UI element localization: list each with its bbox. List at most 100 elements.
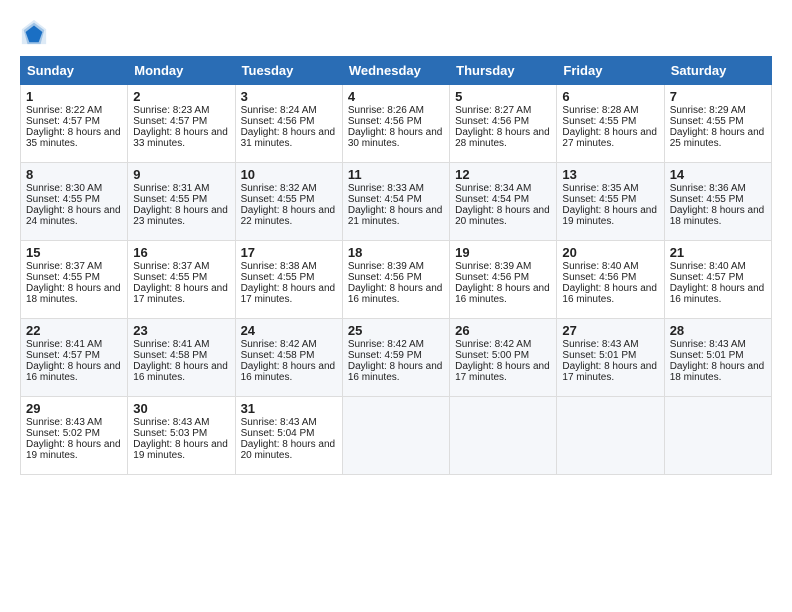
daylight: Daylight: 8 hours and 16 minutes. [133,361,228,383]
sunrise: Sunrise: 8:41 AM [133,339,209,350]
daylight: Daylight: 8 hours and 19 minutes. [562,205,657,227]
daylight: Daylight: 8 hours and 21 minutes. [348,205,443,227]
sunset: Sunset: 5:03 PM [133,428,207,439]
sunset: Sunset: 4:55 PM [241,272,315,283]
calendar-week-row: 15Sunrise: 8:37 AMSunset: 4:55 PMDayligh… [21,241,772,319]
day-header: Sunday [21,57,128,85]
day-number: 22 [26,323,122,338]
daylight: Daylight: 8 hours and 30 minutes. [348,127,443,149]
day-number: 23 [133,323,229,338]
sunrise: Sunrise: 8:35 AM [562,183,638,194]
day-number: 18 [348,245,444,260]
calendar-table: SundayMondayTuesdayWednesdayThursdayFrid… [20,56,772,475]
sunrise: Sunrise: 8:27 AM [455,105,531,116]
day-number: 1 [26,89,122,104]
header-row: SundayMondayTuesdayWednesdayThursdayFrid… [21,57,772,85]
calendar-cell: 19Sunrise: 8:39 AMSunset: 4:56 PMDayligh… [450,241,557,319]
sunset: Sunset: 4:57 PM [26,350,100,361]
day-number: 14 [670,167,766,182]
day-number: 16 [133,245,229,260]
sunset: Sunset: 4:59 PM [348,350,422,361]
sunset: Sunset: 4:56 PM [455,272,529,283]
sunset: Sunset: 4:55 PM [26,272,100,283]
sunset: Sunset: 4:58 PM [241,350,315,361]
sunset: Sunset: 4:56 PM [562,272,636,283]
sunrise: Sunrise: 8:31 AM [133,183,209,194]
sunrise: Sunrise: 8:43 AM [241,417,317,428]
calendar-cell: 16Sunrise: 8:37 AMSunset: 4:55 PMDayligh… [128,241,235,319]
sunrise: Sunrise: 8:32 AM [241,183,317,194]
sunset: Sunset: 4:57 PM [26,116,100,127]
daylight: Daylight: 8 hours and 16 minutes. [670,283,765,305]
sunrise: Sunrise: 8:33 AM [348,183,424,194]
calendar-cell: 8Sunrise: 8:30 AMSunset: 4:55 PMDaylight… [21,163,128,241]
day-number: 12 [455,167,551,182]
sunrise: Sunrise: 8:38 AM [241,261,317,272]
daylight: Daylight: 8 hours and 18 minutes. [670,361,765,383]
sunrise: Sunrise: 8:28 AM [562,105,638,116]
daylight: Daylight: 8 hours and 17 minutes. [133,283,228,305]
daylight: Daylight: 8 hours and 19 minutes. [26,439,121,461]
day-header: Friday [557,57,664,85]
sunset: Sunset: 4:55 PM [562,194,636,205]
daylight: Daylight: 8 hours and 31 minutes. [241,127,336,149]
daylight: Daylight: 8 hours and 17 minutes. [562,361,657,383]
day-number: 19 [455,245,551,260]
sunset: Sunset: 4:55 PM [241,194,315,205]
daylight: Daylight: 8 hours and 27 minutes. [562,127,657,149]
daylight: Daylight: 8 hours and 16 minutes. [348,283,443,305]
sunrise: Sunrise: 8:30 AM [26,183,102,194]
sunrise: Sunrise: 8:39 AM [348,261,424,272]
calendar-cell: 5Sunrise: 8:27 AMSunset: 4:56 PMDaylight… [450,85,557,163]
sunset: Sunset: 4:58 PM [133,350,207,361]
calendar-cell: 7Sunrise: 8:29 AMSunset: 4:55 PMDaylight… [664,85,771,163]
day-number: 29 [26,401,122,416]
daylight: Daylight: 8 hours and 17 minutes. [241,283,336,305]
calendar-cell: 2Sunrise: 8:23 AMSunset: 4:57 PMDaylight… [128,85,235,163]
sunset: Sunset: 4:56 PM [241,116,315,127]
calendar-cell: 30Sunrise: 8:43 AMSunset: 5:03 PMDayligh… [128,397,235,475]
sunrise: Sunrise: 8:42 AM [241,339,317,350]
daylight: Daylight: 8 hours and 16 minutes. [562,283,657,305]
calendar-cell: 20Sunrise: 8:40 AMSunset: 4:56 PMDayligh… [557,241,664,319]
sunrise: Sunrise: 8:40 AM [562,261,638,272]
sunset: Sunset: 5:00 PM [455,350,529,361]
daylight: Daylight: 8 hours and 22 minutes. [241,205,336,227]
calendar-cell: 28Sunrise: 8:43 AMSunset: 5:01 PMDayligh… [664,319,771,397]
sunrise: Sunrise: 8:23 AM [133,105,209,116]
sunset: Sunset: 4:54 PM [455,194,529,205]
sunset: Sunset: 5:02 PM [26,428,100,439]
calendar-cell: 22Sunrise: 8:41 AMSunset: 4:57 PMDayligh… [21,319,128,397]
daylight: Daylight: 8 hours and 23 minutes. [133,205,228,227]
calendar-cell [342,397,449,475]
daylight: Daylight: 8 hours and 18 minutes. [26,283,121,305]
sunrise: Sunrise: 8:37 AM [26,261,102,272]
calendar-cell: 9Sunrise: 8:31 AMSunset: 4:55 PMDaylight… [128,163,235,241]
calendar-week-row: 1Sunrise: 8:22 AMSunset: 4:57 PMDaylight… [21,85,772,163]
calendar-cell: 23Sunrise: 8:41 AMSunset: 4:58 PMDayligh… [128,319,235,397]
sunset: Sunset: 4:54 PM [348,194,422,205]
sunrise: Sunrise: 8:42 AM [348,339,424,350]
calendar-cell: 3Sunrise: 8:24 AMSunset: 4:56 PMDaylight… [235,85,342,163]
daylight: Daylight: 8 hours and 20 minutes. [241,439,336,461]
sunrise: Sunrise: 8:26 AM [348,105,424,116]
day-header: Saturday [664,57,771,85]
day-number: 25 [348,323,444,338]
day-number: 11 [348,167,444,182]
sunset: Sunset: 4:55 PM [670,194,744,205]
calendar-cell: 17Sunrise: 8:38 AMSunset: 4:55 PMDayligh… [235,241,342,319]
day-number: 5 [455,89,551,104]
sunrise: Sunrise: 8:43 AM [133,417,209,428]
calendar-cell [557,397,664,475]
daylight: Daylight: 8 hours and 35 minutes. [26,127,121,149]
day-number: 30 [133,401,229,416]
day-number: 28 [670,323,766,338]
calendar-cell: 31Sunrise: 8:43 AMSunset: 5:04 PMDayligh… [235,397,342,475]
day-number: 10 [241,167,337,182]
daylight: Daylight: 8 hours and 33 minutes. [133,127,228,149]
calendar-week-row: 8Sunrise: 8:30 AMSunset: 4:55 PMDaylight… [21,163,772,241]
sunset: Sunset: 5:04 PM [241,428,315,439]
sunrise: Sunrise: 8:36 AM [670,183,746,194]
sunset: Sunset: 4:56 PM [455,116,529,127]
daylight: Daylight: 8 hours and 16 minutes. [348,361,443,383]
